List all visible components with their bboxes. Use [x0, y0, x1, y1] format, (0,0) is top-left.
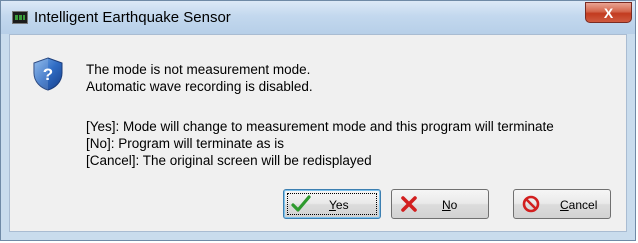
no-button[interactable]: No	[391, 189, 489, 219]
question-shield-icon: ?	[33, 57, 63, 91]
terminal-icon	[12, 11, 28, 24]
close-icon: X	[603, 4, 614, 21]
check-icon	[291, 195, 311, 212]
cancel-button[interactable]: Cancel	[513, 189, 611, 219]
message-line: The mode is not measurement mode.	[86, 62, 311, 77]
dialog-window: Intelligent Earthquake Sensor X ? The mo…	[0, 0, 636, 241]
option-no-text: [No]: Program will terminate as is	[86, 136, 285, 151]
svg-text:?: ?	[43, 65, 53, 84]
option-cancel-text: [Cancel]: The original screen will be re…	[86, 153, 372, 168]
option-yes-text: [Yes]: Mode will change to measurement m…	[86, 119, 554, 134]
window-title: Intelligent Earthquake Sensor	[34, 9, 231, 26]
message-line: Automatic wave recording is disabled.	[86, 79, 313, 94]
message-text: The mode is not measurement mode. Automa…	[86, 61, 554, 169]
close-button[interactable]: X	[585, 2, 632, 23]
title-bar[interactable]: Intelligent Earthquake Sensor X	[1, 1, 635, 34]
yes-button[interactable]: Yes	[283, 189, 381, 219]
prohibited-icon	[522, 195, 540, 213]
x-icon	[401, 196, 417, 212]
dialog-content: ? The mode is not measurement mode. Auto…	[9, 34, 627, 232]
